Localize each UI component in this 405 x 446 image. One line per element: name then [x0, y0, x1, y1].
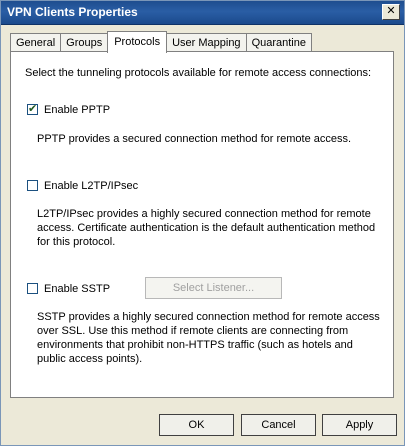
select-listener-button[interactable]: Select Listener... — [145, 277, 282, 299]
sstp-description-line: SSTP provides a highly secured connectio… — [37, 311, 380, 323]
l2tp-description-line: access. Certificate authentication is th… — [37, 222, 376, 234]
title-bar[interactable]: VPN Clients Properties ✕ — [1, 1, 404, 25]
pptp-description: PPTP provides a secured connection metho… — [37, 133, 352, 145]
cancel-button[interactable]: Cancel — [241, 414, 316, 436]
sstp-description-line: over SSL. Use this method if remote clie… — [37, 325, 349, 337]
pptp-checkbox[interactable]: ✔ — [27, 103, 38, 115]
sstp-label[interactable]: Enable SSTP — [44, 282, 110, 296]
l2tp-checkbox[interactable] — [27, 180, 38, 191]
tab-strip: General Groups Protocols User Mapping Qu… — [10, 31, 312, 53]
window-title: VPN Clients Properties — [7, 5, 138, 19]
close-button[interactable]: ✕ — [382, 4, 400, 20]
pptp-label[interactable]: Enable PPTP — [44, 103, 110, 117]
tab-groups[interactable]: Groups — [60, 33, 109, 52]
sstp-description-line: environments that prohibit non-HTTPS tra… — [37, 339, 353, 351]
apply-button[interactable]: Apply — [322, 414, 397, 436]
intro-text: Select the tunneling protocols available… — [25, 67, 372, 79]
tab-user-mapping[interactable]: User Mapping — [166, 33, 247, 52]
ok-button[interactable]: OK — [159, 414, 234, 436]
protocols-panel: Select the tunneling protocols available… — [10, 51, 394, 398]
tab-quarantine[interactable]: Quarantine — [245, 33, 312, 52]
l2tp-description-line: for this protocol. — [37, 236, 116, 248]
tab-general[interactable]: General — [10, 33, 62, 52]
close-icon: ✕ — [386, 5, 396, 17]
sstp-description-line: public access points). — [37, 353, 143, 365]
l2tp-label[interactable]: Enable L2TP/IPsec — [44, 179, 138, 193]
tab-protocols[interactable]: Protocols — [107, 31, 168, 53]
sstp-checkbox[interactable] — [27, 283, 38, 294]
checkmark-icon: ✔ — [28, 103, 38, 115]
l2tp-description-line: L2TP/IPsec provides a highly secured con… — [37, 208, 371, 220]
properties-dialog: VPN Clients Properties ✕ General Groups … — [0, 0, 405, 446]
